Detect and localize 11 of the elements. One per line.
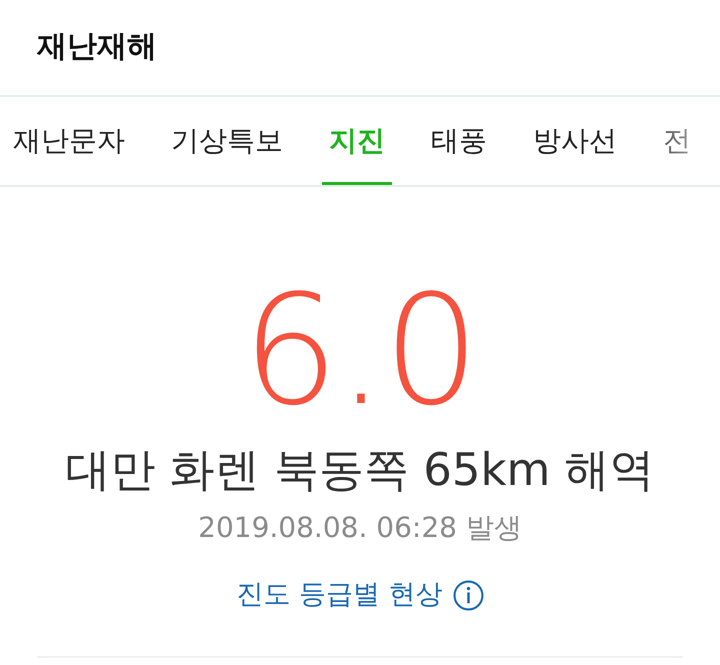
occurrence-time: 2019.08.08. 06:28 발생 <box>198 511 522 545</box>
tab[interactable]: 재난문자 <box>6 97 132 185</box>
location-text: 대만 화렌 북동쪽 65km 해역 <box>65 443 655 497</box>
page-title: 재난재해 <box>37 28 157 64</box>
tab[interactable]: 기상특보 <box>164 97 290 185</box>
magnitude-value: 6.0 <box>242 275 478 427</box>
tab[interactable]: 태풍 <box>424 97 494 185</box>
tab[interactable]: 전 <box>656 97 698 185</box>
tab[interactable]: 방사선 <box>526 97 624 185</box>
info-icon <box>452 580 484 610</box>
intensity-scale-link[interactable]: 진도 등급별 현상 <box>236 577 484 613</box>
